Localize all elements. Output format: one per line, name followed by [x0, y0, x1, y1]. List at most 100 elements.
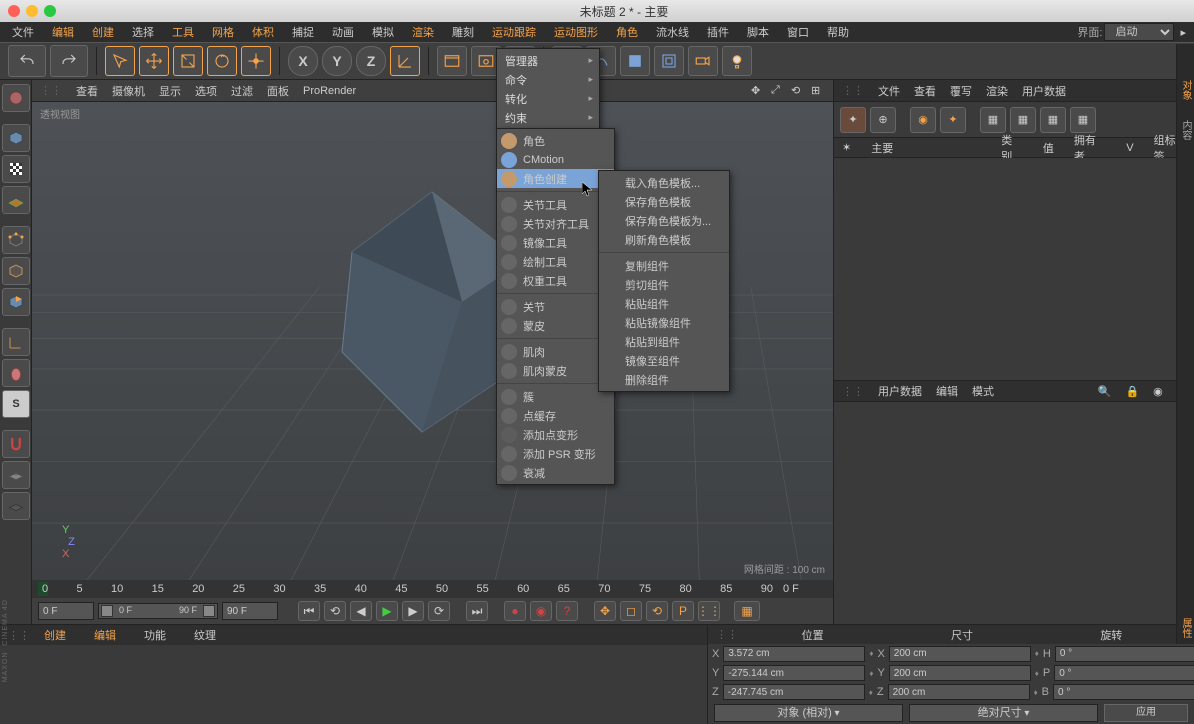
vp-rotate-icon[interactable]: ⟲: [791, 84, 805, 98]
timeline-ruler[interactable]: 051015202530354045505560657075808590 0 F: [32, 580, 833, 598]
snap-toggle[interactable]: S: [2, 390, 30, 418]
menu-帮助[interactable]: 帮助: [819, 22, 857, 42]
pos-x-field[interactable]: [723, 646, 865, 662]
mi-关节对齐工具[interactable]: 关节对齐工具: [497, 214, 614, 233]
magnet-toggle[interactable]: [2, 430, 30, 458]
mi-约束[interactable]: 约束: [497, 108, 599, 127]
om-icon-3[interactable]: ◉: [910, 107, 936, 133]
select-tool[interactable]: [105, 46, 135, 76]
om-icon-6[interactable]: ▦: [1010, 107, 1036, 133]
camera-menu[interactable]: [688, 46, 718, 76]
model-mode[interactable]: [2, 124, 30, 152]
attr-tab-模式[interactable]: 模式: [972, 383, 994, 399]
menu-运动图形[interactable]: 运动图形: [546, 22, 606, 42]
rot-h-field[interactable]: [1055, 646, 1194, 662]
menu-雕刻[interactable]: 雕刻: [444, 22, 482, 42]
move-tool[interactable]: [139, 46, 169, 76]
mi-肌肉蒙皮[interactable]: 肌肉蒙皮: [497, 361, 614, 380]
mi-命令[interactable]: 命令: [497, 70, 599, 89]
rot-b-field[interactable]: [1053, 684, 1194, 700]
locked-workplane[interactable]: [2, 492, 30, 520]
viewport-solo[interactable]: [2, 359, 30, 387]
menu-工具[interactable]: 工具: [164, 22, 202, 42]
size-mode-select[interactable]: 绝对尺寸 ▾: [909, 704, 1098, 722]
timeline-open-button[interactable]: ▦: [734, 601, 760, 621]
om-icon-5[interactable]: ▦: [980, 107, 1006, 133]
workplane-menu[interactable]: [2, 461, 30, 489]
mi-角色创建[interactable]: 角色创建: [497, 169, 614, 188]
x-axis-lock[interactable]: X: [288, 46, 318, 76]
vp-menu-选项[interactable]: 选项: [195, 83, 217, 99]
pos-y-field[interactable]: [723, 665, 865, 681]
mi-绘制工具[interactable]: 绘制工具: [497, 252, 614, 271]
light-menu[interactable]: [722, 46, 752, 76]
menu-运动跟踪[interactable]: 运动跟踪: [484, 22, 544, 42]
dock-tab-3[interactable]: 属性: [1176, 612, 1194, 644]
vp-maximize-icon[interactable]: ⊞: [811, 84, 825, 98]
om-icon-1[interactable]: ✦: [840, 107, 866, 133]
menu-网格[interactable]: 网格: [204, 22, 242, 42]
record-button[interactable]: ●: [504, 601, 526, 621]
rp-tab-文件[interactable]: 文件: [878, 83, 900, 99]
attr-tab-用户数据[interactable]: 用户数据: [878, 383, 922, 399]
coord-system-toggle[interactable]: [390, 46, 420, 76]
make-editable-button[interactable]: [2, 84, 30, 112]
key-scale-button[interactable]: ◻: [620, 601, 642, 621]
menu-插件[interactable]: 插件: [699, 22, 737, 42]
autokey-button[interactable]: ◉: [530, 601, 552, 621]
mi-添加 PSR 变形[interactable]: 添加 PSR 变形: [497, 444, 614, 463]
mat-tab-编辑[interactable]: 编辑: [94, 627, 116, 643]
mat-tab-功能[interactable]: 功能: [144, 627, 166, 643]
mi-CMotion[interactable]: CMotion: [497, 150, 614, 169]
minimize-window-button[interactable]: [26, 5, 38, 17]
edges-mode[interactable]: [2, 257, 30, 285]
vp-menu-过滤[interactable]: 过滤: [231, 83, 253, 99]
texture-mode[interactable]: [2, 155, 30, 183]
key-param-button[interactable]: P: [672, 601, 694, 621]
vp-menu-查看[interactable]: 查看: [76, 83, 98, 99]
vp-menu-显示[interactable]: 显示: [159, 83, 181, 99]
layout-select[interactable]: 启动: [1104, 23, 1174, 41]
mi-转化[interactable]: 转化: [497, 89, 599, 108]
mi-肌肉[interactable]: 肌肉: [497, 342, 614, 361]
dock-tab-2[interactable]: 内容: [1176, 114, 1194, 146]
menu-编辑[interactable]: 编辑: [44, 22, 82, 42]
deformer-menu[interactable]: [654, 46, 684, 76]
prev-frame-button[interactable]: ◀: [350, 601, 372, 621]
om-icon-4[interactable]: ✦: [940, 107, 966, 133]
menu-渲染[interactable]: 渲染: [404, 22, 442, 42]
redo-button[interactable]: [50, 45, 88, 77]
menu-创建[interactable]: 创建: [84, 22, 122, 42]
menu-流水线[interactable]: 流水线: [648, 22, 697, 42]
mi-角色[interactable]: 角色: [497, 131, 614, 150]
rp-tab-用户数据[interactable]: 用户数据: [1022, 83, 1066, 99]
menu-角色[interactable]: 角色: [608, 22, 646, 42]
mi-载入角色模板...[interactable]: 载入角色模板...: [599, 173, 729, 192]
coord-mode-select[interactable]: 对象 (相对) ▾: [714, 704, 903, 722]
mat-tab-创建[interactable]: 创建: [44, 627, 66, 643]
mi-刷新角色模板[interactable]: 刷新角色模板: [599, 230, 729, 249]
mi-关节工具[interactable]: 关节工具: [497, 195, 614, 214]
workplane-mode[interactable]: [2, 186, 30, 214]
layout-next-icon[interactable]: ▸: [1176, 24, 1190, 41]
current-frame-field[interactable]: [38, 602, 94, 620]
rot-p-field[interactable]: [1054, 665, 1194, 681]
apply-button[interactable]: 应用: [1104, 704, 1188, 722]
vp-menu-ProRender[interactable]: ProRender: [303, 85, 356, 97]
mat-tab-纹理[interactable]: 纹理: [194, 627, 216, 643]
key-pos-button[interactable]: ✥: [594, 601, 616, 621]
size-y-field[interactable]: [889, 665, 1031, 681]
mi-衰减[interactable]: 衰减: [497, 463, 614, 482]
keyframe-sel-button[interactable]: ?: [556, 601, 578, 621]
rp-tab-查看[interactable]: 查看: [914, 83, 936, 99]
next-frame-button[interactable]: ▶: [402, 601, 424, 621]
vp-move-icon[interactable]: ✥: [751, 84, 765, 98]
menu-动画[interactable]: 动画: [324, 22, 362, 42]
rp-tab-渲染[interactable]: 渲染: [986, 83, 1008, 99]
generator-menu[interactable]: [620, 46, 650, 76]
y-axis-lock[interactable]: Y: [322, 46, 352, 76]
pos-z-field[interactable]: [723, 684, 865, 700]
om-icon-7[interactable]: ▦: [1040, 107, 1066, 133]
vp-zoom-icon[interactable]: ⤢: [771, 84, 785, 98]
om-icon-2[interactable]: ⊕: [870, 107, 896, 133]
